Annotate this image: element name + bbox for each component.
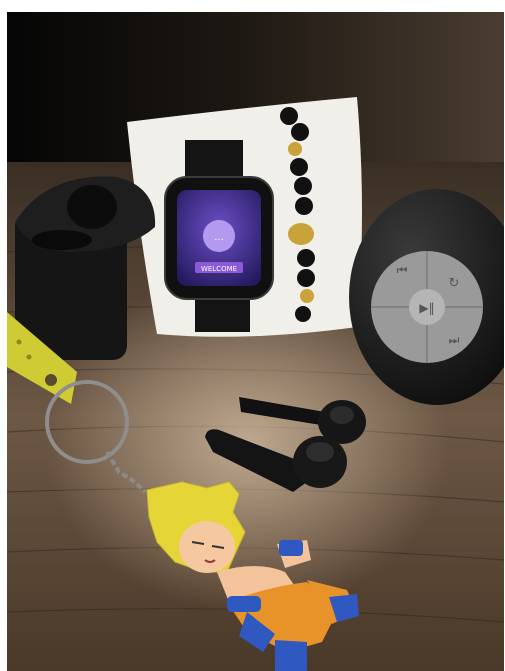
product-photo: ... WELCOME ▶‖ ⏮ ↻ ⏭ [7, 12, 504, 671]
next-icon: ⏭ [449, 333, 460, 347]
svg-text:...: ... [214, 232, 224, 243]
watch-screen-text: WELCOME [201, 265, 237, 273]
play-pause-icon: ▶‖ [419, 301, 434, 315]
prev-icon: ⏮ [397, 263, 408, 277]
repeat-icon: ↻ [449, 276, 460, 291]
